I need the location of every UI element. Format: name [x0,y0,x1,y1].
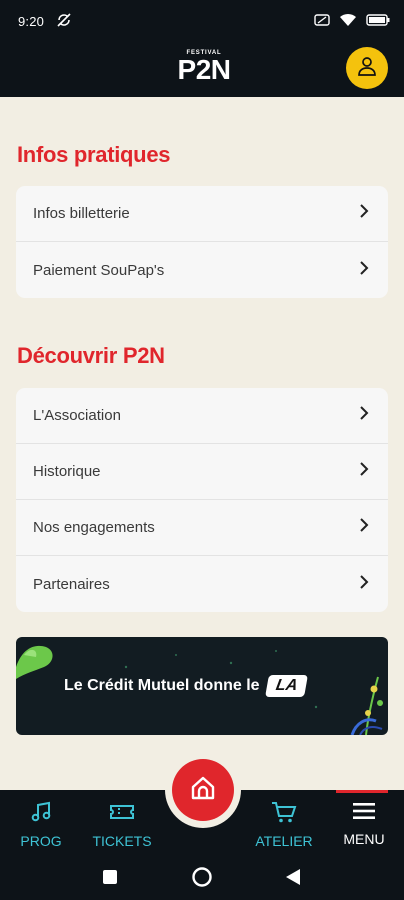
tab-label: PROG [20,833,62,849]
list-item-infos-billetterie[interactable]: Infos billetterie [16,186,388,242]
list-item-nos-engagements[interactable]: Nos engagements [16,500,388,556]
tab-label: ATELIER [255,833,313,849]
tab-tickets[interactable]: TICKETS [88,790,156,854]
banner-text: Le Crédit Mutuel donne le LA [64,675,308,697]
logo-text: P2N [177,54,231,85]
list-item-label: Historique [33,463,101,480]
list-item-label: L'Association [33,407,121,424]
tab-label: MENU [343,831,385,847]
status-bar: 9:20 [0,0,404,44]
music-note-icon [29,800,53,827]
battery-saver-icon [314,13,330,30]
back-icon[interactable] [285,868,301,891]
sponsor-banner[interactable]: Le Crédit Mutuel donne le LA [16,637,388,735]
section-title-infos-pratiques: Infos pratiques [17,142,171,167]
home-button[interactable] [172,759,234,821]
home-icon [189,774,217,807]
tab-atelier[interactable]: ATELIER [252,790,316,854]
section-title-decouvrir-p2n: Découvrir P2N [17,343,165,368]
tab-prog[interactable]: PROG [12,790,70,854]
infos-pratiques-card: Infos billetterie Paiement SouPap's [16,186,388,298]
list-item-label: Infos billetterie [33,205,130,222]
banner-badge: LA [264,675,308,697]
list-item-label: Paiement SouPap's [33,261,165,279]
list-item-historique[interactable]: Historique [16,444,388,500]
list-item-paiement-soupaps[interactable]: Paiement SouPap's [16,242,388,298]
app-header: FESTIVAL P2N [0,44,404,97]
chevron-right-icon [359,574,369,594]
chevron-right-icon [359,462,369,481]
decouvrir-card: L'Association Historique Nos engagements… [16,388,388,612]
status-time: 9:20 [18,14,45,29]
user-icon [356,55,378,82]
list-item-label: Partenaires [33,575,110,593]
list-item-label: Nos engagements [33,519,155,536]
chevron-right-icon [359,518,369,537]
active-tab-indicator [336,790,388,793]
ticket-icon [109,800,135,827]
banner-message: Le Crédit Mutuel donne le [64,677,260,694]
tab-label: TICKETS [92,833,152,849]
system-navigation-bar [0,854,404,900]
chevron-right-icon [359,406,369,425]
home-circle-icon[interactable] [191,866,213,893]
list-item-partenaires[interactable]: Partenaires [16,556,388,612]
tab-menu[interactable]: MENU [336,790,392,854]
recent-apps-icon[interactable] [102,869,118,890]
p2n-logo[interactable]: FESTIVAL P2N [164,48,244,90]
profile-button[interactable] [346,47,388,89]
battery-icon [366,14,390,29]
list-item-association[interactable]: L'Association [16,388,388,444]
sync-off-icon [56,12,72,31]
cart-icon [271,800,297,827]
wifi-icon [339,13,357,30]
hamburger-menu-icon [352,800,376,825]
chevron-right-icon [359,260,369,280]
chevron-right-icon [359,204,369,223]
